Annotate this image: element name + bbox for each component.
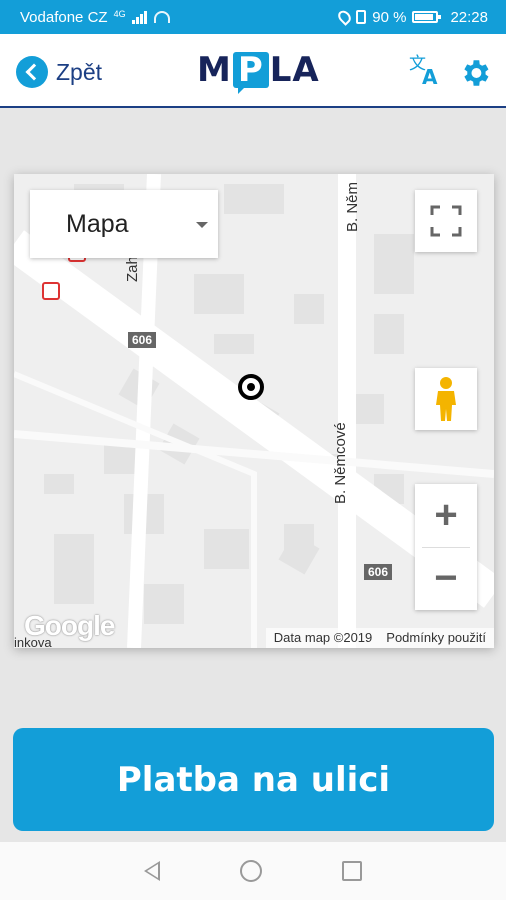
chevron-down-icon bbox=[196, 222, 208, 228]
status-bar: Vodafone CZ 4G 90 % 22:28 bbox=[0, 0, 506, 34]
clock: 22:28 bbox=[450, 8, 488, 26]
map-type-label: Mapa bbox=[66, 209, 129, 238]
battery-icon bbox=[412, 11, 442, 23]
map-view[interactable]: Zahrad B. Něm B. Němcové 606 606 Mapa + … bbox=[14, 174, 494, 648]
location-icon bbox=[335, 8, 354, 26]
terms-link[interactable]: Podmínky použití bbox=[386, 630, 486, 646]
road-number-badge: 606 bbox=[364, 564, 393, 580]
map-attribution: Data map ©2019 Podmínky použití bbox=[265, 628, 494, 648]
street-payment-button[interactable]: Platba na ulici bbox=[13, 728, 494, 831]
wifi-icon bbox=[153, 11, 170, 23]
road-number-badge: 606 bbox=[128, 332, 157, 348]
street-label: B. Něm bbox=[344, 181, 361, 232]
street-label: inkova bbox=[14, 635, 52, 648]
map-type-select[interactable]: Mapa bbox=[30, 190, 218, 258]
fullscreen-button[interactable] bbox=[415, 190, 477, 252]
network-label: 4G bbox=[113, 9, 126, 19]
back-arrow-icon bbox=[16, 56, 48, 88]
fullscreen-icon bbox=[430, 205, 462, 237]
street-view-button[interactable] bbox=[415, 368, 477, 430]
carrier-label: Vodafone CZ bbox=[20, 8, 108, 26]
zoom-in-button[interactable]: + bbox=[415, 485, 477, 547]
pegman-icon bbox=[436, 377, 456, 421]
translate-icon[interactable]: 文 A bbox=[408, 52, 442, 86]
gear-icon[interactable] bbox=[458, 56, 492, 90]
nav-recent-icon[interactable] bbox=[342, 861, 362, 881]
app-header: Zpět M P LA 文 A bbox=[0, 34, 506, 108]
signal-icon bbox=[131, 10, 148, 24]
location-marker-icon[interactable] bbox=[238, 374, 264, 400]
nav-back-icon[interactable] bbox=[144, 861, 160, 881]
zoom-out-button[interactable]: − bbox=[415, 548, 477, 610]
mpla-logo: M P LA bbox=[197, 50, 320, 94]
system-nav-bar bbox=[0, 842, 506, 900]
vibrate-icon bbox=[356, 10, 367, 24]
nav-home-icon[interactable] bbox=[240, 860, 262, 882]
battery-percent: 90 % bbox=[372, 8, 407, 26]
zoom-controls: + − bbox=[415, 484, 477, 610]
street-label: B. Němcové bbox=[332, 422, 349, 504]
back-button[interactable]: Zpět bbox=[16, 56, 102, 88]
svg-text:A: A bbox=[422, 65, 438, 86]
bus-stop-icon[interactable] bbox=[42, 282, 60, 300]
map-data-label: Data map ©2019 bbox=[273, 630, 373, 645]
back-label: Zpět bbox=[56, 58, 103, 85]
